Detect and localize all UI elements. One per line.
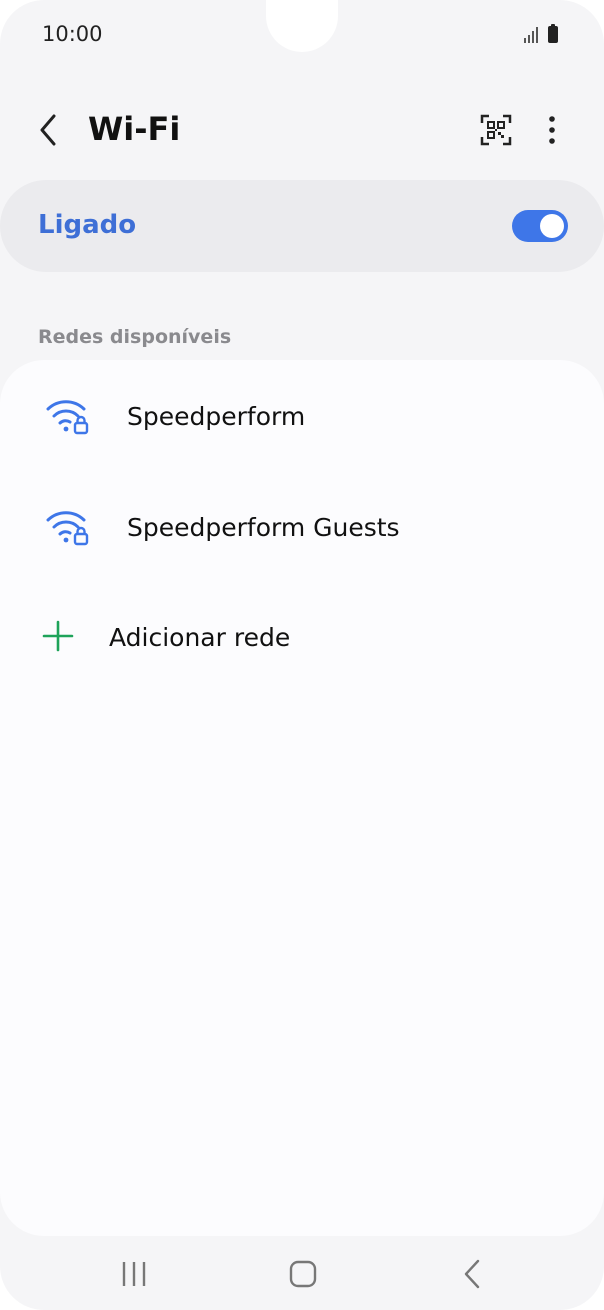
network-name: Speedperform Guests <box>127 513 400 542</box>
add-network-label: Adicionar rede <box>109 623 291 652</box>
wifi-toggle-label: Ligado <box>38 210 137 240</box>
wifi-switch[interactable] <box>512 210 568 242</box>
nav-back-button[interactable] <box>452 1256 492 1292</box>
plus-icon <box>42 620 74 652</box>
network-name: Speedperform <box>127 402 306 431</box>
navigation-bar <box>0 1236 604 1310</box>
recent-apps-button[interactable] <box>114 1256 154 1292</box>
nav-back-icon <box>464 1259 480 1289</box>
home-icon <box>289 1260 317 1288</box>
back-button[interactable] <box>30 110 70 150</box>
phone-screen: 10:00 Wi-Fi Ligado Redes disponíveis Spe… <box>0 0 604 1310</box>
network-item[interactable]: Speedperform <box>0 368 604 468</box>
wifi-lock-icon <box>46 400 89 435</box>
add-network-button[interactable]: Adicionar rede <box>0 589 604 689</box>
app-bar: Wi-Fi <box>0 96 604 166</box>
status-time: 10:00 <box>42 22 103 46</box>
back-arrow-icon <box>40 114 56 146</box>
signal-battery-icon <box>524 24 558 43</box>
network-list: Speedperform Speedperform Guests Adicion… <box>0 360 604 1236</box>
qr-scan-button[interactable] <box>476 110 516 150</box>
network-item[interactable]: Speedperform Guests <box>0 479 604 579</box>
wifi-toggle-card[interactable]: Ligado <box>0 180 604 272</box>
more-options-icon <box>549 116 555 144</box>
available-networks-header: Redes disponíveis <box>38 326 232 348</box>
home-button[interactable] <box>282 1256 322 1292</box>
wifi-lock-icon <box>46 511 89 546</box>
more-options-button[interactable] <box>534 110 570 150</box>
qr-code-scanner-icon <box>480 114 512 146</box>
status-bar: 10:00 <box>0 0 604 70</box>
recent-apps-icon <box>122 1262 146 1286</box>
page-title: Wi-Fi <box>88 110 181 148</box>
switch-knob <box>540 214 564 238</box>
